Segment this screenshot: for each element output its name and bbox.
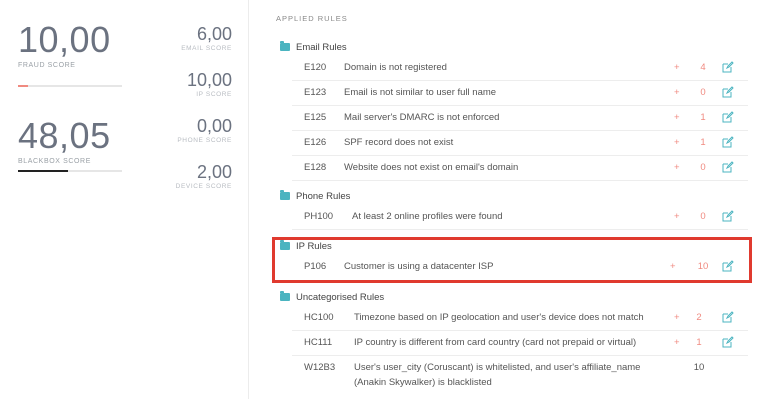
edit-icon[interactable] — [722, 136, 734, 148]
rule-code: E123 — [304, 87, 327, 98]
rule-code: E120 — [304, 62, 327, 73]
rule-plus: + — [674, 62, 680, 73]
ip-rules-highlight-box — [272, 237, 752, 283]
email-score: 6,00 EMAIL SCORE — [142, 24, 232, 52]
blackbox-score-bar-fill — [18, 170, 68, 172]
email-score-label: EMAIL SCORE — [181, 45, 232, 52]
rule-score: 0 — [700, 211, 706, 222]
rule-row: W12B3 User's user_city (Coruscant) is wh… — [292, 356, 748, 394]
rule-description: Timezone based on IP geolocation and use… — [354, 312, 644, 323]
folder-icon — [280, 291, 290, 301]
fraud-score: 10,00 FRAUD SCORE — [18, 19, 128, 70]
rule-row: HC111 IP country is different from card … — [292, 331, 748, 356]
device-score: 2,00 DEVICE SCORE — [142, 162, 232, 190]
edit-icon[interactable] — [722, 61, 734, 73]
fraud-score-label: FRAUD SCORE — [18, 62, 76, 69]
phone-score: 0,00 PHONE SCORE — [142, 116, 232, 144]
category-phone-rules[interactable]: Phone Rules — [280, 189, 350, 203]
device-score-label: DEVICE SCORE — [175, 183, 232, 190]
rule-score: 1 — [700, 112, 706, 123]
rule-description-line-1: User's user_city (Coruscant) is whitelis… — [354, 362, 641, 373]
ip-score-value: 10,00 — [186, 70, 232, 90]
rule-description: At least 2 online profiles were found — [352, 211, 503, 222]
rule-description: Website does not exist on email's domain — [344, 162, 519, 173]
rule-row: E125 Mail server's DMARC is not enforced… — [292, 106, 748, 131]
rule-plus: + — [674, 337, 680, 348]
fraud-score-bar — [18, 85, 122, 87]
edit-icon[interactable] — [722, 111, 734, 123]
rule-code: W12B3 — [304, 362, 336, 373]
rule-plus: + — [674, 211, 680, 222]
rule-description: Mail server's DMARC is not enforced — [344, 112, 500, 123]
rule-description: IP country is different from card countr… — [354, 337, 637, 348]
category-label: Email Rules — [296, 41, 347, 53]
rule-plus: + — [674, 137, 680, 148]
rule-score: 4 — [700, 62, 706, 73]
edit-icon[interactable] — [722, 336, 734, 348]
rule-code: E128 — [304, 162, 327, 173]
rule-score: 2 — [696, 312, 702, 323]
fraud-score-value: 10,00 — [18, 19, 111, 60]
rule-description: Email is not similar to user full name — [344, 87, 497, 98]
blackbox-score-bar — [18, 170, 122, 172]
rule-plus: + — [674, 87, 680, 98]
device-score-value: 2,00 — [196, 162, 232, 182]
rule-score: 10 — [693, 362, 705, 373]
category-email-rules[interactable]: Email Rules — [280, 40, 347, 54]
edit-icon[interactable] — [722, 210, 734, 222]
phone-score-value: 0,00 — [196, 116, 232, 136]
category-label: Uncategorised Rules — [296, 291, 385, 303]
phone-score-label: PHONE SCORE — [177, 137, 232, 144]
rule-description: SPF record does not exist — [344, 137, 454, 148]
rule-plus: + — [674, 162, 680, 173]
rule-description-line-2: (Anakin Skywalker) is blacklisted — [354, 377, 492, 388]
folder-icon — [280, 41, 290, 51]
rule-plus: + — [674, 112, 680, 123]
rule-score: 1 — [700, 137, 706, 148]
blackbox-score: 48,05 BLACKBOX SCORE — [18, 115, 128, 166]
rule-code: PH100 — [304, 211, 334, 222]
rule-description: Domain is not registered — [344, 62, 447, 73]
rule-row: E123 Email is not similar to user full n… — [292, 81, 748, 106]
rule-row: HC100 Timezone based on IP geolocation a… — [292, 306, 748, 331]
blackbox-score-value: 48,05 — [18, 115, 111, 156]
score-panel: 10,00 FRAUD SCORE 48,05 BLACKBOX SCORE 6… — [0, 0, 249, 399]
rule-code: E126 — [304, 137, 327, 148]
fraud-score-bar-fill — [18, 85, 29, 87]
category-label: Phone Rules — [296, 190, 351, 202]
rule-score: 1 — [696, 337, 702, 348]
category-uncategorised-rules[interactable]: Uncategorised Rules — [280, 290, 384, 304]
folder-icon — [280, 190, 290, 200]
email-score-value: 6,00 — [196, 24, 232, 44]
edit-icon[interactable] — [722, 161, 734, 173]
edit-icon[interactable] — [722, 86, 734, 98]
rule-score: 0 — [700, 87, 706, 98]
rule-plus: + — [674, 312, 680, 323]
applied-rules-panel: APPLIED RULES Email Rules E120 Domain is… — [262, 0, 758, 399]
rule-row: E128 Website does not exist on email's d… — [292, 156, 748, 181]
edit-icon[interactable] — [722, 311, 734, 323]
ip-score: 10,00 IP SCORE — [142, 70, 232, 98]
rule-code: E125 — [304, 112, 327, 123]
rule-score: 0 — [700, 162, 706, 173]
rule-code: HC100 — [304, 312, 334, 323]
rule-row: E126 SPF record does not exist + 1 — [292, 131, 748, 156]
rule-row: PH100 At least 2 online profiles were fo… — [292, 205, 748, 230]
blackbox-score-label: BLACKBOX SCORE — [18, 158, 91, 165]
ip-score-label: IP SCORE — [196, 91, 232, 98]
rule-row: E120 Domain is not registered + 4 — [292, 56, 748, 81]
applied-rules-title: APPLIED RULES — [276, 14, 348, 23]
rule-code: HC111 — [304, 337, 333, 348]
